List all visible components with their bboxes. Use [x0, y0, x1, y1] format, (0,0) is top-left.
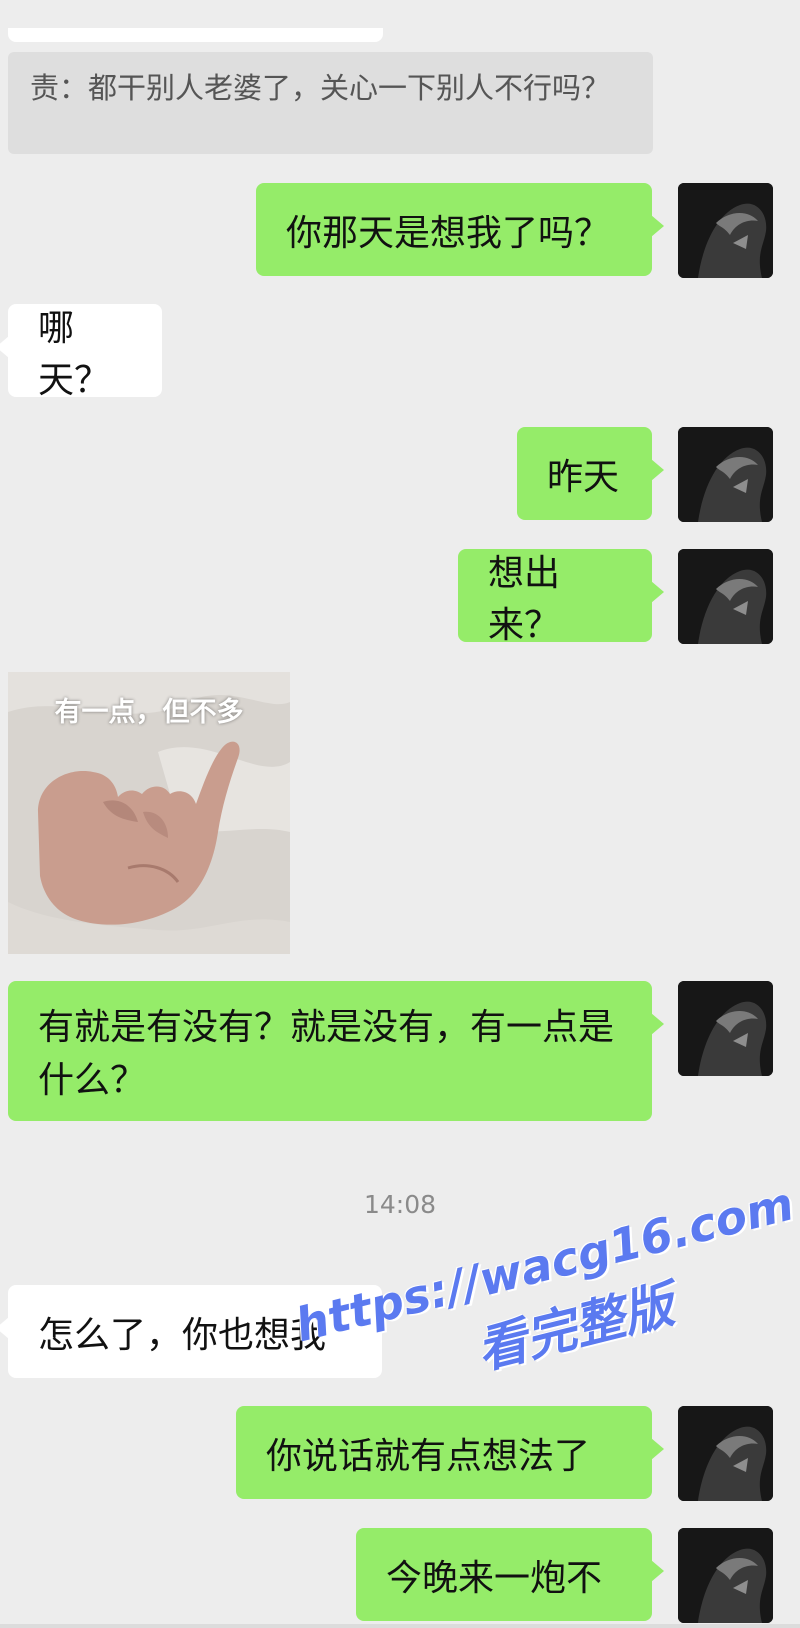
timestamp: 14:08	[363, 1190, 437, 1219]
message-bubble-incoming[interactable]: 哪天？	[0, 304, 162, 401]
message-bubble-outgoing[interactable]: 有就是有没有？就是没有，有一点是什么？	[8, 981, 664, 1121]
message-bubble-outgoing[interactable]: 你说话就有点想法了	[236, 1406, 664, 1499]
avatar[interactable]	[678, 1406, 773, 1501]
avatar[interactable]	[678, 427, 773, 522]
message-bubble-outgoing[interactable]: 想出来？	[458, 549, 664, 646]
previous-message-edge	[8, 28, 383, 42]
sticker-caption: 有一点，但不多	[54, 697, 244, 728]
message-bubble-outgoing[interactable]: 昨天	[517, 427, 664, 520]
avatar[interactable]	[678, 981, 773, 1076]
quoted-reply[interactable]: 责：都干别人老婆了，关心一下别人不行吗？	[8, 52, 653, 154]
avatar[interactable]	[678, 1528, 773, 1623]
bottom-divider	[0, 1624, 800, 1628]
message-bubble-incoming[interactable]: 怎么了，你也想我	[0, 1285, 382, 1378]
sticker-image[interactable]: 有一点，但不多	[8, 672, 290, 954]
watermark-subtitle: 看完整版	[471, 1275, 680, 1381]
message-bubble-outgoing[interactable]: 你那天是想我了吗？	[256, 183, 664, 276]
avatar[interactable]	[678, 549, 773, 644]
message-bubble-outgoing[interactable]: 今晚来一炮不	[356, 1528, 664, 1621]
avatar[interactable]	[678, 183, 773, 278]
